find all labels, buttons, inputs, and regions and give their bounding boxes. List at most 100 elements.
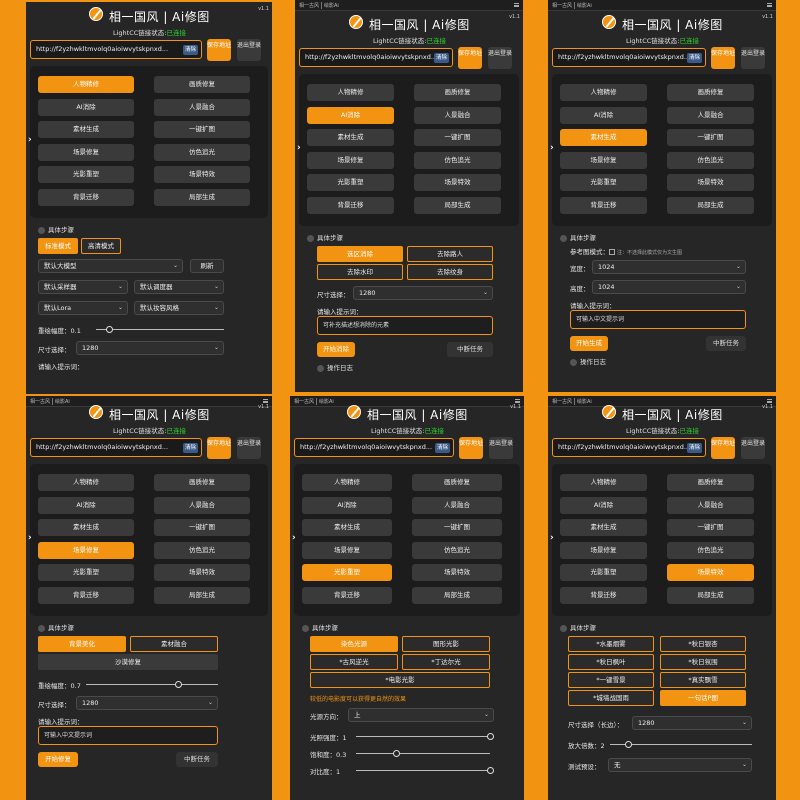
- steps-toggle[interactable]: 具体步骤: [307, 232, 343, 242]
- clear-url-button[interactable]: 清除: [182, 443, 198, 453]
- light-option-1[interactable]: 染色光源: [310, 636, 398, 652]
- makeup-style-select[interactable]: 默认妆容风格 ⌄: [134, 301, 224, 315]
- start-erase-button[interactable]: 开始消除: [317, 342, 355, 357]
- collapse-chevron-icon[interactable]: ›: [292, 533, 296, 543]
- function-button-5[interactable]: 素材生成: [38, 121, 134, 138]
- erase-option-4[interactable]: 去除纹身: [407, 264, 493, 280]
- save-address-button[interactable]: 保存地址: [207, 437, 231, 459]
- function-button-6[interactable]: 一键扩图: [154, 121, 250, 138]
- panel-menu-icon[interactable]: [767, 399, 772, 403]
- effect-option-6[interactable]: *真实飘雪: [660, 672, 746, 688]
- light-option-4[interactable]: *丁达尔光: [402, 654, 490, 670]
- function-button-8[interactable]: 仿色追光: [412, 541, 502, 559]
- function-button-7[interactable]: 场景修复: [307, 151, 394, 169]
- function-button-10[interactable]: 场景特效: [667, 564, 754, 581]
- function-button-10[interactable]: 场景特效: [667, 174, 754, 191]
- function-button-2[interactable]: 画质修复: [412, 474, 502, 491]
- prompt-input[interactable]: 可输入中文提示词: [38, 726, 218, 745]
- function-button-4[interactable]: 人景融合: [667, 496, 754, 514]
- stop-task-button[interactable]: 中断任务: [706, 336, 746, 351]
- size-select[interactable]: 1280 ⌄: [76, 341, 224, 355]
- function-button-4[interactable]: 人景融合: [667, 106, 754, 124]
- function-button-10[interactable]: 场景特效: [412, 564, 502, 581]
- prompt-input[interactable]: 可补充描述想消除的元素: [317, 316, 493, 335]
- function-button-1[interactable]: 人物精修: [302, 474, 392, 491]
- desert-repair-button[interactable]: 沙漠修复: [38, 654, 218, 670]
- tab-huiying[interactable]: 绘影Ai: [324, 2, 339, 9]
- erase-option-1[interactable]: 选区消除: [317, 246, 403, 262]
- function-button-2[interactable]: 画质修复: [154, 474, 250, 491]
- refresh-button[interactable]: 刷新: [190, 259, 224, 273]
- function-button-2[interactable]: 画质修复: [667, 84, 754, 101]
- function-button-12[interactable]: 局部生成: [667, 196, 754, 214]
- function-button-3[interactable]: AI消除: [38, 98, 134, 116]
- width-select[interactable]: 1024 ⌄: [592, 260, 746, 274]
- effect-option-3[interactable]: *秋日枫叶: [568, 654, 654, 670]
- function-button-5[interactable]: 素材生成: [302, 519, 392, 536]
- panel-menu-icon[interactable]: [767, 3, 772, 7]
- light-direction-select[interactable]: 上 ⌄: [348, 708, 494, 722]
- tab-huiying[interactable]: 绘影Ai: [577, 398, 592, 405]
- function-button-7[interactable]: 场景修复: [560, 151, 647, 169]
- logout-button[interactable]: 退出登录: [741, 47, 765, 69]
- clear-url-button[interactable]: 清除: [434, 443, 450, 453]
- tab-xiangyi[interactable]: 相一古风: [552, 398, 572, 405]
- tab-huiying[interactable]: 绘影Ai: [319, 398, 334, 405]
- contrast-knob[interactable]: [487, 767, 494, 774]
- function-button-12[interactable]: 局部生成: [154, 188, 250, 206]
- function-button-11[interactable]: 背景迁移: [307, 196, 394, 214]
- stop-task-button[interactable]: 中断任务: [176, 752, 218, 767]
- steps-toggle[interactable]: 具体步骤: [560, 232, 596, 242]
- size-select[interactable]: 1280 ⌄: [632, 716, 752, 730]
- function-button-11[interactable]: 背景迁移: [38, 586, 134, 604]
- function-button-4[interactable]: 人景融合: [414, 106, 501, 124]
- intensity-knob[interactable]: [487, 733, 494, 740]
- function-button-6[interactable]: 一键扩图: [414, 129, 501, 146]
- logout-button[interactable]: 退出登录: [741, 437, 765, 459]
- light-option-2[interactable]: 图形光影: [402, 636, 490, 652]
- function-button-2[interactable]: 画质修复: [414, 84, 501, 101]
- logout-button[interactable]: 退出登录: [237, 39, 261, 61]
- mode-standard-button[interactable]: 标准模式: [38, 238, 78, 254]
- function-button-11[interactable]: 背景迁移: [302, 586, 392, 604]
- tab-xiangyi[interactable]: 相一古风: [294, 398, 314, 405]
- function-button-3[interactable]: AI消除: [302, 496, 392, 514]
- logout-button[interactable]: 退出登录: [488, 47, 512, 69]
- model-select[interactable]: 默认大模型 ⌄: [38, 259, 183, 273]
- tab-xiangyi[interactable]: 相一古风: [552, 2, 572, 9]
- save-address-button[interactable]: 保存地址: [711, 437, 735, 459]
- collapse-chevron-icon[interactable]: ›: [550, 143, 554, 153]
- function-button-11[interactable]: 背景迁移: [560, 586, 647, 604]
- function-button-5[interactable]: 素材生成: [38, 519, 134, 536]
- function-button-3[interactable]: AI消除: [307, 106, 394, 124]
- logout-button[interactable]: 退出登录: [237, 437, 261, 459]
- function-button-10[interactable]: 场景特效: [154, 166, 250, 183]
- function-button-2[interactable]: 画质修复: [154, 76, 250, 93]
- start-generate-button[interactable]: 开始生成: [570, 336, 608, 351]
- height-select[interactable]: 1024 ⌄: [592, 280, 746, 294]
- function-button-9[interactable]: 光影重塑: [38, 166, 134, 183]
- collapse-chevron-icon[interactable]: ›: [297, 143, 301, 153]
- function-button-1[interactable]: 人物精修: [560, 474, 647, 491]
- server-url-input[interactable]: http://f2yzhwkltmvolq0aioiwvytskpnxd... 清…: [30, 40, 202, 59]
- function-button-12[interactable]: 局部生成: [412, 586, 502, 604]
- reference-mode-checkbox[interactable]: [609, 249, 615, 255]
- function-button-6[interactable]: 一键扩图: [412, 519, 502, 536]
- panel-menu-icon[interactable]: [263, 399, 268, 403]
- function-button-7[interactable]: 场景修复: [38, 541, 134, 559]
- function-button-5[interactable]: 素材生成: [560, 129, 647, 146]
- lora-select[interactable]: 默认Lora ⌄: [38, 301, 128, 315]
- tab-huiying[interactable]: 绘影Ai: [55, 398, 70, 405]
- steps-toggle[interactable]: 具体步骤: [38, 224, 74, 234]
- effect-option-1[interactable]: *水墨烟雾: [568, 636, 654, 652]
- function-button-5[interactable]: 素材生成: [560, 519, 647, 536]
- logout-button[interactable]: 退出登录: [489, 437, 513, 459]
- function-button-1[interactable]: 人物精修: [38, 474, 134, 491]
- log-toggle[interactable]: 操作日志: [570, 356, 606, 366]
- function-button-3[interactable]: AI消除: [560, 106, 647, 124]
- panel-menu-icon[interactable]: [515, 399, 520, 403]
- steps-toggle[interactable]: 具体步骤: [38, 622, 74, 632]
- server-url-input[interactable]: http://f2yzhwkltmvolq0aioiwvytskpnxd... 清…: [552, 438, 706, 457]
- erase-option-2[interactable]: 去除路人: [407, 246, 493, 262]
- function-button-9[interactable]: 光影重塑: [307, 174, 394, 191]
